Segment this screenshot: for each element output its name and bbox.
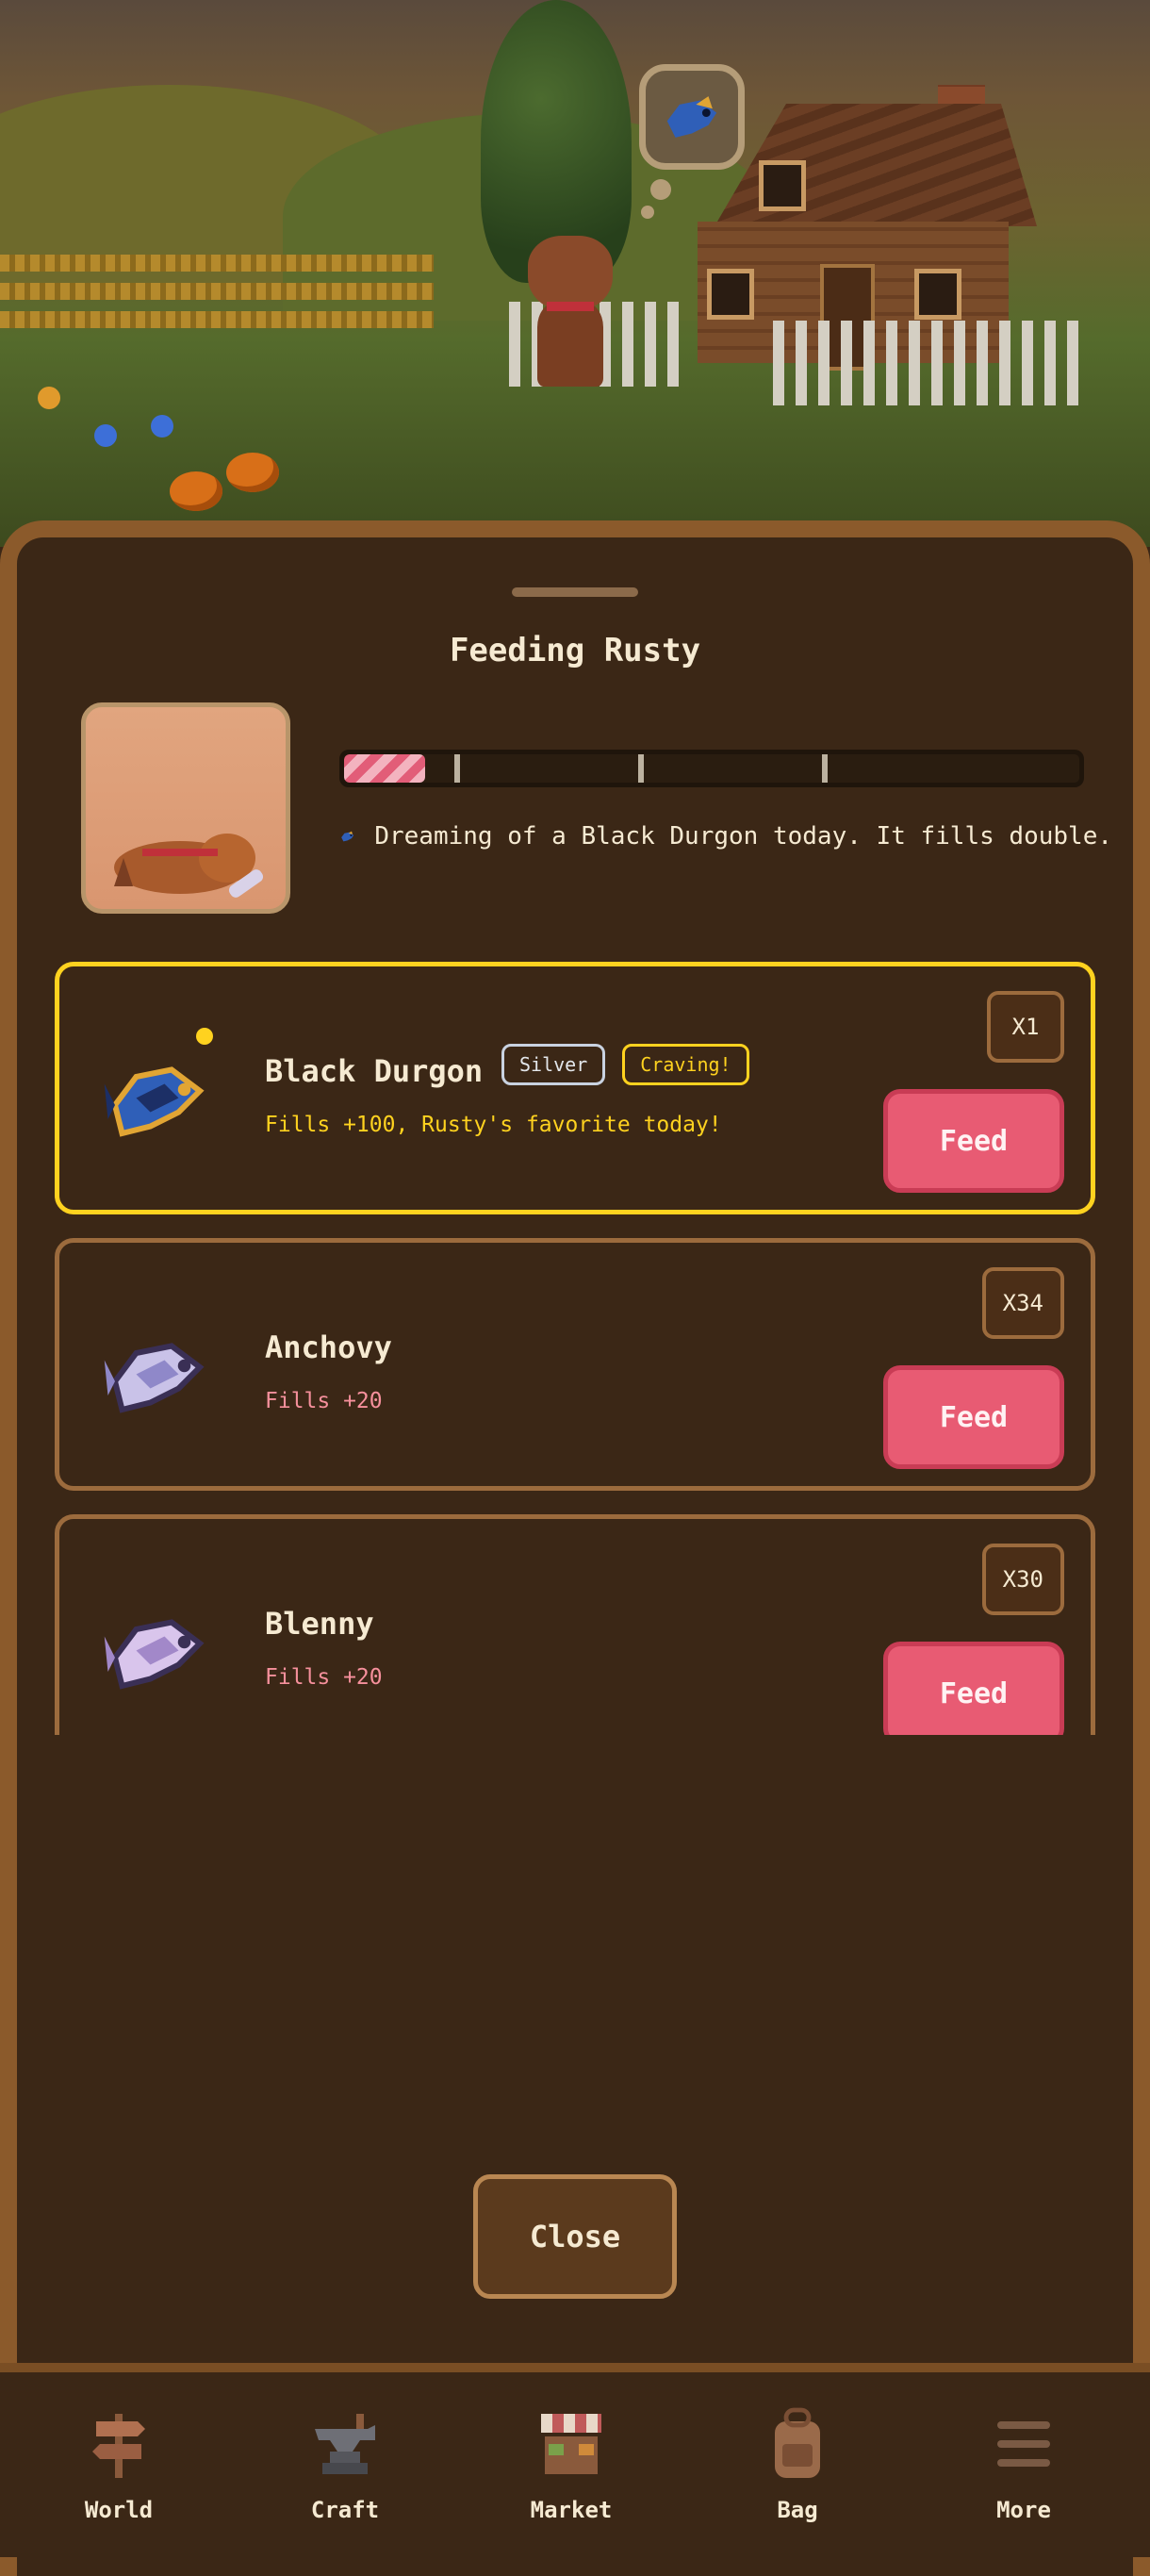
black-durgon-icon <box>341 831 354 842</box>
nav-label: More <box>996 2497 1051 2523</box>
nav-item-craft[interactable]: Craft <box>260 2372 430 2557</box>
craving-badge: Craving! <box>622 1044 749 1085</box>
signpost-icon <box>81 2406 156 2482</box>
pet-portrait <box>81 702 290 914</box>
backpack-icon <box>760 2406 835 2482</box>
quantity-badge: X30 <box>981 1544 1064 1615</box>
anvil-icon <box>307 2406 383 2482</box>
sheet-title: Feeding Rusty <box>449 632 701 669</box>
sleeping-dog-icon <box>114 834 264 898</box>
milestone-tick <box>454 754 460 783</box>
quantity-badge: X34 <box>981 1267 1064 1339</box>
farm-scene <box>0 0 1150 547</box>
black-durgon-icon <box>666 96 717 138</box>
fish-icon <box>104 1619 205 1690</box>
feed-button[interactable]: Feed <box>883 1365 1064 1469</box>
food-name: Black Durgon <box>265 1053 484 1089</box>
nav-item-world[interactable]: World <box>34 2372 204 2557</box>
food-fill-amount: Fills +20 <box>265 1665 383 1690</box>
new-item-indicator <box>196 1028 213 1045</box>
feeding-sheet: Feeding Rusty Dreaming of a Black Durgon… <box>0 520 1150 2576</box>
menu-icon <box>986 2406 1061 2482</box>
craving-hint: Dreaming of a Black Durgon today. It fil… <box>339 816 1112 857</box>
food-name: Blenny <box>265 1606 374 1642</box>
food-card-craving: Black Durgon Fills +100, Rusty's favorite… <box>55 962 1095 1214</box>
food-fill-amount: Fills +100, Rusty's favorite today! <box>265 1113 722 1137</box>
bottom-nav: World Craft Market Bag More <box>0 2363 1150 2557</box>
nav-label: Craft <box>310 2497 380 2523</box>
tier-badge: Silver <box>501 1044 606 1085</box>
rusty-dog[interactable] <box>523 236 617 387</box>
fish-icon <box>104 1066 205 1137</box>
food-tags: Silver Craving! <box>501 1044 749 1085</box>
market-stall-icon <box>534 2406 609 2482</box>
craving-text: Dreaming of a Black Durgon today. It fil… <box>374 822 1112 850</box>
milestone-tick <box>638 754 644 783</box>
quantity-badge: X1 <box>987 991 1064 1063</box>
fullness-bar <box>339 750 1084 787</box>
fullness-fill <box>344 754 425 783</box>
milestone-tick <box>822 754 828 783</box>
feed-button[interactable]: Feed <box>883 1089 1064 1193</box>
nav-item-more[interactable]: More <box>939 2372 1109 2557</box>
drag-handle[interactable] <box>512 587 638 597</box>
nav-item-bag[interactable]: Bag <box>713 2372 882 2557</box>
nav-label: Bag <box>777 2497 818 2523</box>
food-fill-amount: Fills +20 <box>265 1389 383 1413</box>
close-button[interactable]: Close <box>473 2174 677 2299</box>
nav-label: World <box>84 2497 154 2523</box>
food-card: Anchovy Fills +20 X34 Feed <box>55 1238 1095 1491</box>
food-name: Anchovy <box>265 1329 392 1365</box>
craving-thought-bubble <box>639 64 745 170</box>
food-list[interactable]: Black Durgon Fills +100, Rusty's favorite… <box>55 962 1095 1735</box>
nav-item-market[interactable]: Market <box>486 2372 656 2557</box>
feed-button[interactable]: Feed <box>883 1642 1064 1735</box>
fish-icon <box>104 1343 205 1413</box>
nav-label: Market <box>530 2497 613 2523</box>
food-card: Blenny Fills +20 X30 Feed <box>55 1514 1095 1735</box>
